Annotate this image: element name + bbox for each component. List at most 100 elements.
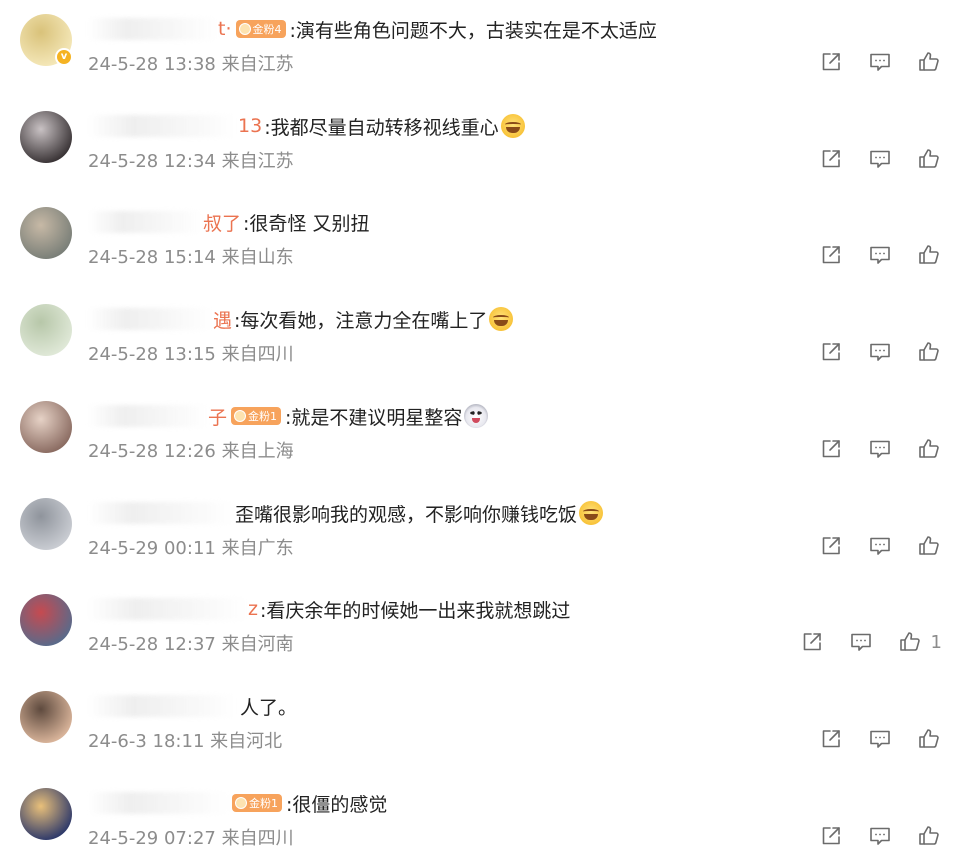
comment-meta: 24-5-28 13:38 来自江苏 [88, 50, 294, 76]
vip-badge-icon: v [55, 48, 73, 66]
comment-icon[interactable] [867, 727, 893, 751]
comment-item: 人了。 24-6-3 18:11 来自河北 [0, 691, 960, 787]
like-icon[interactable] [916, 534, 942, 558]
username[interactable]: 13 [238, 115, 262, 137]
comment-content-line: 人了。 [88, 691, 297, 721]
username[interactable]: z [248, 598, 258, 620]
user-avatar[interactable] [20, 594, 72, 646]
redacted-username[interactable] [88, 18, 218, 40]
fan-level-badge: 金粉1 [232, 794, 282, 812]
redacted-username[interactable] [88, 405, 208, 427]
comment-location: 来自四川 [221, 344, 294, 365]
redacted-username[interactable] [88, 211, 203, 233]
comment-icon[interactable] [867, 824, 893, 848]
share-icon[interactable] [818, 147, 844, 171]
comment-icon[interactable] [867, 243, 893, 267]
crown-icon [234, 410, 247, 422]
user-avatar[interactable] [20, 111, 72, 163]
share-icon[interactable] [818, 437, 844, 461]
share-icon[interactable] [818, 50, 844, 74]
comment-content-line: 金粉1:很僵的感觉 [88, 788, 387, 818]
username[interactable]: t· [218, 18, 232, 40]
share-icon[interactable] [799, 630, 825, 654]
redacted-username[interactable] [88, 308, 213, 330]
like-icon[interactable] [916, 340, 942, 364]
comment-text: :很僵的感觉 [286, 793, 388, 816]
user-avatar[interactable] [20, 691, 72, 743]
user-avatar[interactable] [20, 498, 72, 550]
redacted-username[interactable] [88, 792, 228, 814]
husky-emoji-icon [464, 404, 489, 428]
share-icon[interactable] [818, 824, 844, 848]
comment-icon[interactable] [867, 147, 893, 171]
comment-item: 叔了:很奇怪 又别扭 24-5-28 15:14 来自山东 [0, 207, 960, 303]
comment-timestamp: 24-5-28 12:26 [88, 441, 216, 462]
user-avatar[interactable] [20, 207, 72, 259]
comment-actions [795, 147, 942, 171]
comment-item: 子 金粉1:就是不建议明星整容 24-5-28 12:26 来自上海 [0, 401, 960, 497]
like-icon[interactable] [916, 50, 942, 74]
comment-location: 来自江苏 [221, 151, 294, 172]
user-avatar[interactable] [20, 304, 72, 356]
user-avatar[interactable] [20, 401, 72, 453]
redacted-username[interactable] [88, 115, 238, 137]
comment-text: :很奇怪 又别扭 [243, 212, 370, 235]
like-icon[interactable] [916, 147, 942, 171]
like-count: 1 [930, 631, 942, 653]
comment-meta: 24-5-28 13:15 来自四川 [88, 340, 294, 366]
share-icon[interactable] [818, 727, 844, 751]
comment-content-line: 歪嘴很影响我的观感，不影响你赚钱吃饭 [88, 498, 604, 528]
comment-meta: 24-5-28 12:34 来自江苏 [88, 147, 294, 173]
comment-actions [795, 340, 942, 364]
comment-actions [795, 824, 942, 848]
laugh-cry-emoji-icon [579, 501, 604, 525]
like-icon[interactable] [897, 630, 923, 654]
comment-icon[interactable] [867, 50, 893, 74]
redacted-username[interactable] [88, 598, 248, 620]
comment-text: :看庆余年的时候她一出来我就想跳过 [259, 599, 571, 622]
like-icon[interactable] [916, 437, 942, 461]
redacted-username[interactable] [88, 695, 238, 717]
comment-content-line: 13:我都尽量自动转移视线重心 [88, 111, 525, 141]
user-avatar[interactable] [20, 788, 72, 840]
comment-icon[interactable] [867, 340, 893, 364]
fan-level-badge: 金粉1 [231, 407, 282, 425]
comment-meta: 24-5-28 15:14 来自山东 [88, 243, 294, 269]
redacted-username[interactable] [88, 502, 233, 524]
share-icon[interactable] [818, 340, 844, 364]
comment-meta: 24-5-28 12:26 来自上海 [88, 437, 294, 463]
crown-icon [235, 797, 247, 809]
username[interactable]: 子 [208, 403, 227, 430]
comment-icon[interactable] [867, 437, 893, 461]
laugh-cry-emoji-icon [500, 114, 525, 138]
comment-item: 遇:每次看她，注意力全在嘴上了 24-5-28 13:15 来自四川 [0, 304, 960, 400]
comment-icon[interactable] [867, 534, 893, 558]
comment-location: 来自山东 [221, 247, 294, 268]
comment-text: 人了。 [240, 696, 298, 719]
comment-timestamp: 24-5-28 13:15 [88, 344, 216, 365]
like-icon[interactable] [916, 243, 942, 267]
comment-item: v t· 金粉4:演有些角色问题不大，古装实在是不太适应 24-5-28 13:38 … [0, 14, 960, 110]
username[interactable]: 遇 [213, 306, 232, 333]
like-icon[interactable] [916, 824, 942, 848]
share-icon[interactable] [818, 534, 844, 558]
comment-actions: 1 [776, 630, 942, 654]
comment-content-line: t· 金粉4:演有些角色问题不大，古装实在是不太适应 [88, 14, 657, 44]
comment-content-line: 遇:每次看她，注意力全在嘴上了 [88, 304, 514, 334]
comment-meta: 24-6-3 18:11 来自河北 [88, 727, 282, 753]
comment-content-line: 叔了:很奇怪 又别扭 [88, 207, 369, 237]
fan-level-label: 金粉4 [252, 23, 282, 36]
share-icon[interactable] [818, 243, 844, 267]
comment-item: z:看庆余年的时候她一出来我就想跳过 24-5-28 12:37 来自河南 1 [0, 594, 960, 690]
comment-actions [795, 727, 942, 751]
comment-actions [795, 50, 942, 74]
comment-location: 来自河北 [210, 731, 283, 752]
comment-actions [795, 243, 942, 267]
comment-timestamp: 24-5-29 00:11 [88, 538, 216, 559]
comment-item: 金粉1:很僵的感觉 24-5-29 07:27 来自四川 [0, 788, 960, 868]
fan-level-label: 金粉1 [248, 410, 278, 423]
comment-text: :我都尽量自动转移视线重心 [264, 116, 499, 139]
username[interactable]: 叔了 [203, 209, 241, 236]
like-icon[interactable] [916, 727, 942, 751]
comment-icon[interactable] [848, 630, 874, 654]
